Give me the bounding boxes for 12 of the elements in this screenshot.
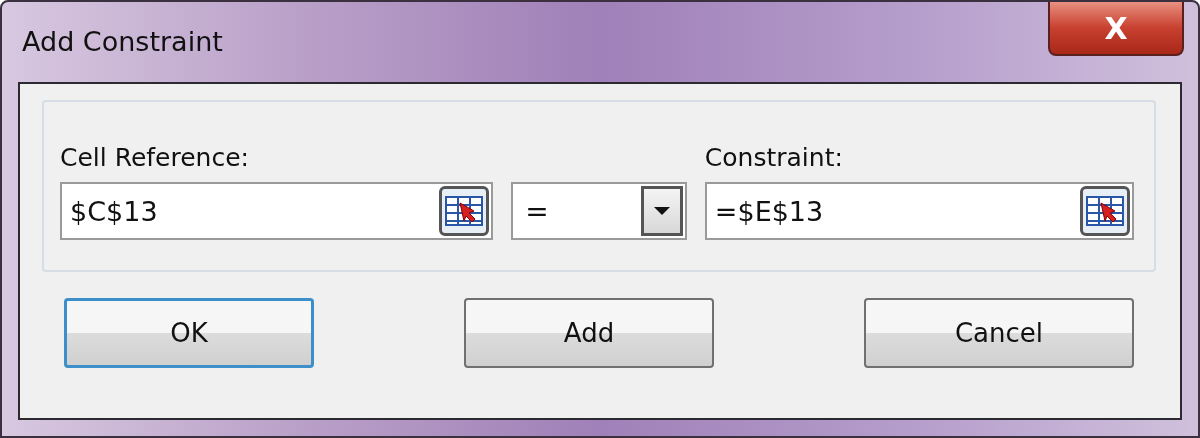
dialog-button[interactable]: Cancel [864, 298, 1134, 368]
dialog-button[interactable]: Add [464, 298, 714, 368]
field-label: Constraint: [704, 143, 844, 172]
range-picker-icon[interactable] [439, 186, 490, 236]
cell-reference-field[interactable]: $C$13 [60, 182, 494, 240]
dialog-button[interactable]: OK [64, 298, 314, 368]
operator-dropdown[interactable]: = [511, 182, 687, 240]
range-picker-icon[interactable] [1080, 186, 1130, 236]
close-button[interactable]: X [1048, 2, 1184, 56]
field-label: Cell Reference: [60, 143, 250, 172]
constraint-field[interactable]: =$E$13 [704, 182, 1134, 240]
window-title: Add Constraint [22, 26, 223, 57]
